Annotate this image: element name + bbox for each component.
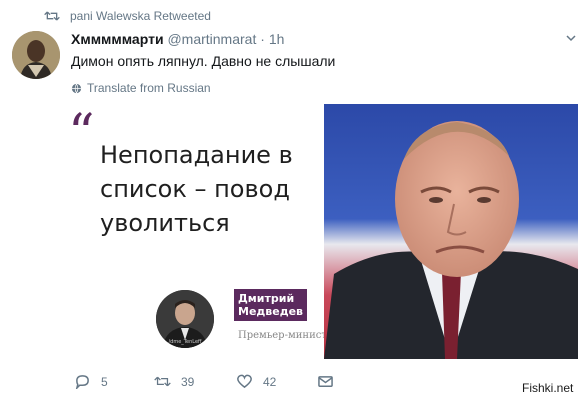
chevron-down-icon[interactable] [566, 34, 576, 42]
quote-line: уволиться [100, 209, 230, 237]
translate-link[interactable]: Translate from Russian [71, 81, 211, 95]
timestamp[interactable]: 1h [269, 31, 285, 47]
reply-button[interactable]: 5 [74, 374, 154, 389]
retweet-context: pani Walewska Retweeted [44, 9, 211, 23]
user-handle[interactable]: @martinmarat [167, 31, 256, 47]
retweet-icon [44, 11, 60, 21]
speaker-photo: /dme_TenLeff [156, 290, 214, 348]
globe-icon [71, 83, 82, 94]
tweet-text: Димон опять ляпнул. Давно не слышали [71, 53, 336, 69]
speaker-role: Премьер-министр [238, 330, 334, 341]
portrait-image [324, 104, 578, 359]
like-button[interactable]: 42 [236, 374, 317, 389]
translate-label: Translate from Russian [87, 81, 211, 95]
quote-text: Непопадание в список – повод уволиться [100, 138, 293, 240]
like-count: 42 [263, 374, 277, 389]
envelope-icon [318, 376, 333, 387]
tweet-header: Хмммммарти @martinmarat · 1h [71, 31, 284, 47]
speaker-photo-caption: /dme_TenLeff [169, 339, 203, 345]
speaker-photo-image: /dme_TenLeff [156, 290, 214, 348]
quote-line: Непопадание в [100, 141, 293, 169]
heart-icon [237, 374, 252, 389]
reply-count: 5 [101, 374, 108, 389]
speaker-first-name: Дмитрий [238, 292, 295, 305]
retweet-context-text[interactable]: pani Walewska Retweeted [70, 9, 211, 23]
watermark: Fishki.net [522, 381, 574, 395]
speaker-name: Дмитрий Медведев [234, 289, 308, 321]
quote-mark: “ [68, 104, 95, 164]
avatar[interactable] [12, 31, 60, 79]
speaker-last-name: Медведев [238, 305, 304, 318]
display-name[interactable]: Хмммммарти [71, 31, 164, 47]
retweet-count: 39 [181, 374, 195, 389]
quote-line: список – повод [100, 175, 290, 203]
retweet-icon [154, 376, 171, 387]
message-button[interactable] [317, 374, 334, 389]
retweet-button[interactable]: 39 [154, 374, 236, 389]
tweet-media[interactable]: “ Непопадание в список – повод уволиться… [60, 104, 578, 359]
reply-icon [75, 375, 89, 389]
tweet-actions: 5 39 42 [74, 374, 334, 389]
avatar-image [12, 31, 60, 79]
separator: · [260, 31, 265, 47]
portrait-photo [324, 104, 578, 359]
